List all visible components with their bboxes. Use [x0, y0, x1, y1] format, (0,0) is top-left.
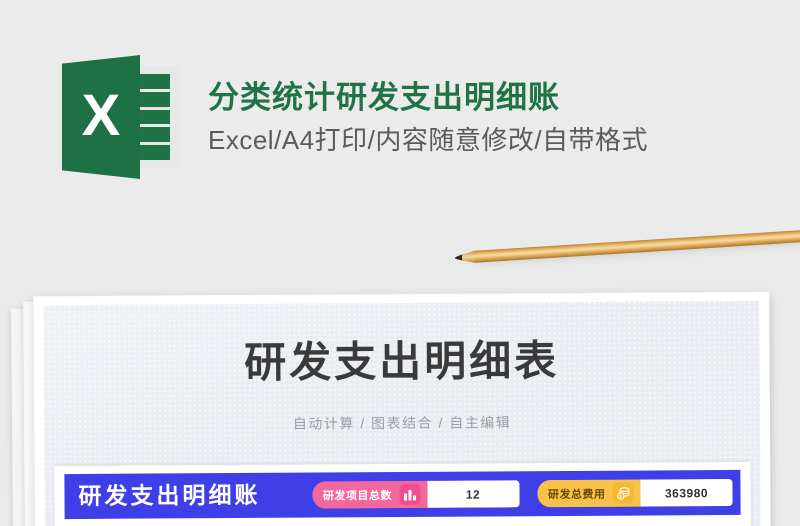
promo-subtitle: Excel/A4打印/内容随意修改/自带格式	[208, 124, 649, 155]
kpi-total-cost[interactable]: 研发总费用 $ 363980	[536, 478, 733, 508]
excel-file-icon: X	[62, 55, 186, 179]
document-title: 研发支出明细表	[244, 337, 560, 386]
kpi-project-count-label-wrap: 研发项目总数	[311, 480, 428, 509]
excel-icon-letter: X	[81, 83, 121, 148]
promo-text-block: 分类统计研发支出明细账 Excel/A4打印/内容随意修改/自带格式	[208, 82, 648, 153]
worksheet-sheet: 研发支出明细账 研发项目总数 12 研发总费用 $ 363980	[54, 461, 751, 526]
document-preview-card[interactable]: 研发支出明细表 自动计算 / 图表结合 / 自主编辑 研发支出明细账 研发项目总…	[33, 291, 771, 526]
promo-header-inner: X 分类统计研发支出明细账 Excel/A4打印/内容随意修改/自带格式	[62, 55, 648, 179]
kpi-project-count-label: 研发项目总数	[322, 489, 393, 502]
svg-text:$: $	[619, 494, 622, 499]
pencil-graphite-tip	[455, 255, 462, 261]
promo-header: X 分类统计研发支出明细账 Excel/A4打印/内容随意修改/自带格式	[0, 0, 800, 230]
pencil-wood-cone	[460, 251, 476, 264]
promo-title: 分类统计研发支出明细账	[208, 79, 560, 115]
kpi-total-cost-label-wrap: 研发总费用 $	[536, 479, 641, 508]
coins-icon: $	[612, 482, 634, 504]
worksheet-toolbar-title: 研发支出明细账	[78, 481, 261, 509]
preview-canvas: X 分类统计研发支出明细账 Excel/A4打印/内容随意修改/自带格式 研发支…	[0, 0, 800, 526]
worksheet-toolbar: 研发支出明细账 研发项目总数 12 研发总费用 $ 363980	[64, 469, 741, 520]
kpi-project-count[interactable]: 研发项目总数 12	[311, 480, 520, 509]
bar-chart-icon	[398, 483, 421, 506]
kpi-project-count-value: 12	[426, 480, 520, 508]
kpi-total-cost-value: 363980	[640, 478, 733, 507]
kpi-total-cost-label: 研发总费用	[547, 488, 606, 501]
